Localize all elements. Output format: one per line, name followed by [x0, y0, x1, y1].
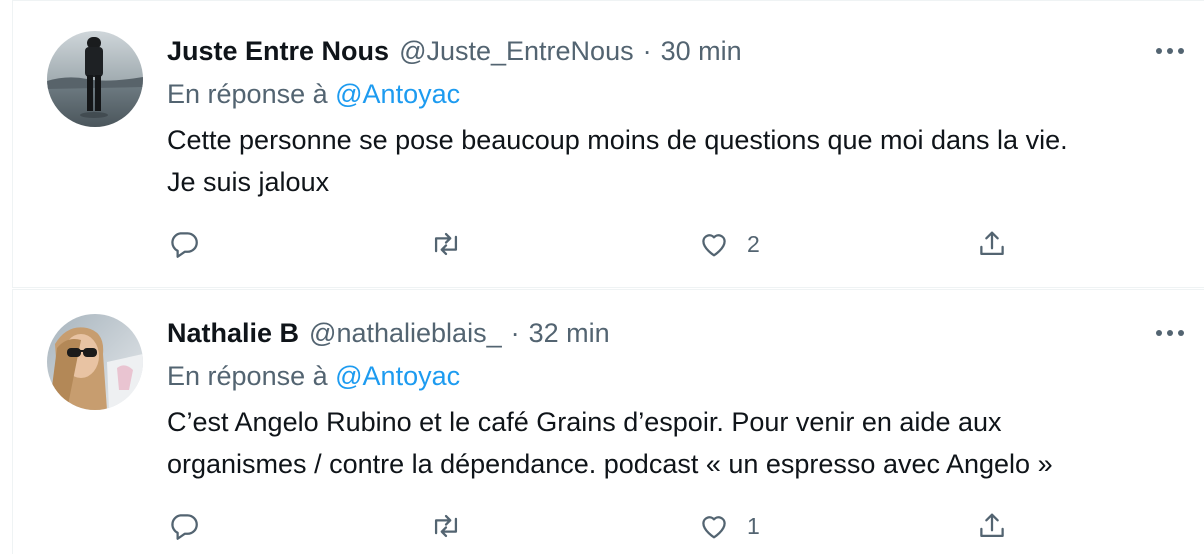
author-name[interactable]: Juste Entre Nous: [167, 36, 389, 67]
tweet[interactable]: Juste Entre Nous @Juste_EntreNous · 30 m…: [12, 0, 1204, 288]
reply-prefix: En réponse à: [167, 79, 328, 109]
tweet-header: Juste Entre Nous @Juste_EntreNous · 30 m…: [167, 31, 742, 71]
retweet-icon: [434, 232, 458, 256]
separator-dot: ·: [510, 317, 520, 348]
avatar[interactable]: [47, 31, 143, 127]
timestamp[interactable]: 30 min: [661, 36, 742, 67]
tweet-header: Nathalie B @nathalieblais_ · 32 min: [167, 313, 610, 353]
heart-icon: [702, 234, 726, 257]
more-options-button[interactable]: [1152, 323, 1188, 343]
reply-bubble-icon: [171, 232, 198, 258]
woman-with-sunglasses-avatar: [47, 314, 143, 410]
tweet-actions: 2: [167, 224, 1027, 264]
author-handle[interactable]: @nathalieblais_: [309, 318, 502, 349]
reply-mention-link[interactable]: @Antoyac: [335, 361, 460, 391]
like-count: 2: [747, 230, 760, 257]
author-name[interactable]: Nathalie B: [167, 318, 299, 349]
retweet-button[interactable]: [429, 506, 463, 546]
reply-button[interactable]: [167, 224, 201, 264]
more-options-button[interactable]: [1152, 41, 1188, 61]
reply-bubble-icon: [171, 514, 198, 540]
retweet-icon: [434, 514, 458, 538]
like-button[interactable]: 1: [697, 506, 760, 546]
tweet-actions: 1: [167, 506, 1027, 546]
timestamp[interactable]: 32 min: [529, 318, 610, 349]
reply-prefix: En réponse à: [167, 361, 328, 391]
tweet-feed: Juste Entre Nous @Juste_EntreNous · 30 m…: [0, 0, 1204, 554]
avatar[interactable]: [47, 314, 143, 410]
tweet-text-line: Je suis jaloux: [167, 167, 330, 197]
person-standing-by-lake-avatar: [47, 31, 143, 127]
share-button[interactable]: [975, 224, 1009, 264]
tweet-text: Cette personne se pose beaucoup moins de…: [167, 119, 1177, 203]
tweet-text-line: Cette personne se pose beaucoup moins de…: [167, 125, 1068, 155]
retweet-button[interactable]: [429, 224, 463, 264]
share-icon: [980, 513, 1004, 538]
share-icon: [980, 231, 1004, 256]
reply-context: En réponse à @Antoyac: [167, 361, 460, 392]
like-count: 1: [747, 512, 760, 539]
separator-dot: ·: [642, 35, 652, 66]
author-handle[interactable]: @Juste_EntreNous: [399, 36, 634, 67]
tweet-text: C’est Angelo Rubino et le café Grains d’…: [167, 401, 1177, 485]
tweet-text-line: C’est Angelo Rubino et le café Grains d’…: [167, 407, 1002, 437]
more-horizontal-icon: [1156, 330, 1184, 336]
heart-icon: [702, 516, 726, 539]
tweet[interactable]: Nathalie B @nathalieblais_ · 32 min En r…: [12, 289, 1204, 554]
reply-mention-link[interactable]: @Antoyac: [335, 79, 460, 109]
share-button[interactable]: [975, 506, 1009, 546]
like-button[interactable]: 2: [697, 224, 760, 264]
more-horizontal-icon: [1156, 48, 1184, 54]
tweet-text-line: organismes / contre la dépendance. podca…: [167, 449, 1053, 479]
reply-button[interactable]: [167, 506, 201, 546]
reply-context: En réponse à @Antoyac: [167, 79, 460, 110]
